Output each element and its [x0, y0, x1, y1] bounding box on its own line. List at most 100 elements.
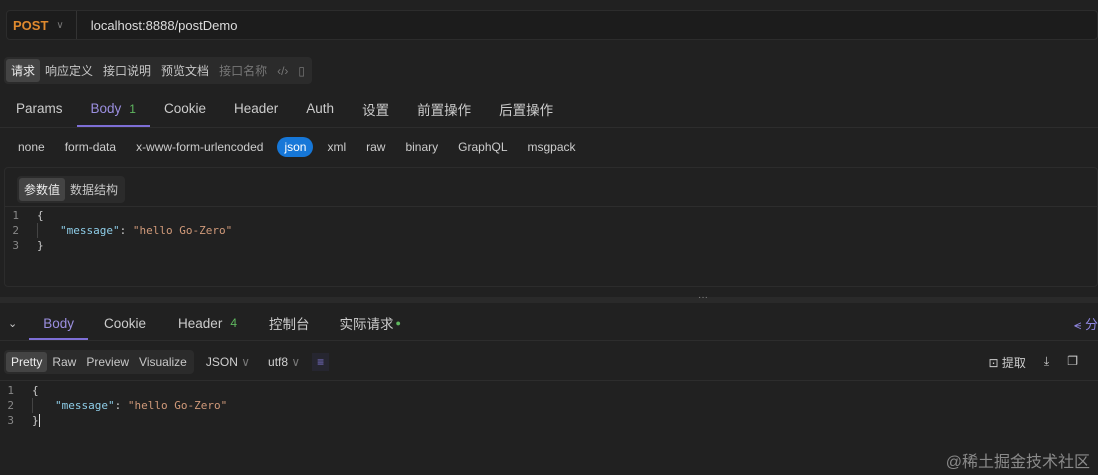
value-tabs: 参数值 数据结构 [17, 176, 126, 203]
encoding-value: utf8 [268, 355, 289, 369]
tab-settings[interactable]: 设置 [348, 90, 403, 127]
api-name-input[interactable]: 接口名称 [214, 59, 272, 82]
share-icon: ⪪ [1074, 316, 1085, 332]
json-key: "message" [60, 224, 120, 237]
view-preview[interactable]: Preview [81, 352, 134, 372]
response-toolbar: Pretty Raw Preview Visualize JSON ∨ utf8… [4, 350, 330, 374]
view-pretty[interactable]: Pretty [6, 352, 48, 372]
tab-post-ops[interactable]: 后置操作 [485, 90, 567, 127]
tab-data-structure[interactable]: 数据结构 [65, 178, 123, 201]
line-number: 1 [7, 384, 14, 397]
divider [0, 380, 1098, 381]
indent-guide [32, 398, 33, 413]
tab-header[interactable]: Header [220, 90, 292, 127]
json-value: "hello Go-Zero" [132, 224, 233, 237]
tab-label: 实际请求 [339, 317, 394, 332]
wrap-icon[interactable]: ≡ [312, 353, 330, 371]
json-value: "hello Go-Zero" [127, 399, 228, 412]
code-brace: { [32, 384, 39, 397]
chevron-down-icon: ∨ [291, 355, 301, 369]
copy-icon[interactable]: ❐ [1067, 354, 1078, 371]
chevron-down-icon[interactable]: ∨ [56, 11, 77, 39]
body-type-selector: none form-data x-www-form-urlencoded jso… [8, 137, 586, 157]
code-icon[interactable]: ‹/› [272, 61, 293, 81]
mode-tab-doc[interactable]: 接口说明 [98, 59, 156, 82]
request-body-panel: 参数值 数据结构 1 { 2 "message": "hello Go-Zero" … [4, 167, 1098, 287]
resp-tab-console[interactable]: 控制台 [253, 306, 326, 340]
body-type-json[interactable]: json [277, 137, 314, 157]
resp-tab-actual-request[interactable]: 实际请求 ● [326, 306, 415, 340]
divider [0, 127, 1098, 128]
tab-cookie[interactable]: Cookie [150, 90, 220, 127]
encoding-select[interactable]: utf8 ∨ [262, 355, 306, 369]
tab-label: Params [16, 101, 63, 116]
tab-auth[interactable]: Auth [292, 90, 348, 127]
share-button[interactable]: ⪪ 分 [1074, 314, 1098, 333]
mode-tab-request[interactable]: 请求 [6, 59, 41, 82]
tab-params[interactable]: Params [2, 90, 77, 127]
format-value: JSON [205, 355, 238, 369]
url-bar: POST ∨ localhost:8888/postDemo [6, 10, 1098, 40]
tab-label: 前置操作 [417, 102, 472, 118]
indent-guide [37, 223, 38, 238]
tab-param-values[interactable]: 参数值 [19, 178, 66, 201]
body-type-urlencoded[interactable]: x-www-form-urlencoded [126, 137, 273, 157]
line-number: 3 [12, 239, 19, 252]
resp-tab-header[interactable]: Header 4 [162, 306, 253, 340]
format-select[interactable]: JSON ∨ [200, 355, 256, 369]
request-body-editor[interactable]: 1 { 2 "message": "hello Go-Zero" 3} [5, 208, 232, 253]
line-number: 1 [12, 209, 19, 222]
method-select[interactable]: POST [7, 18, 56, 33]
resp-tab-cookie[interactable]: Cookie [88, 306, 162, 340]
url-input[interactable]: localhost:8888/postDemo [77, 18, 238, 33]
download-icon[interactable]: ⤓ [1044, 354, 1049, 371]
tab-pre-ops[interactable]: 前置操作 [403, 90, 485, 127]
json-key: "message" [55, 399, 115, 412]
chevron-down-icon: ∨ [241, 355, 251, 369]
view-raw[interactable]: Raw [47, 352, 81, 372]
view-visualize[interactable]: Visualize [134, 352, 192, 372]
extract-icon: ⊡ [988, 356, 1002, 370]
tab-label: Header [234, 101, 279, 116]
tab-label: Body [43, 315, 74, 331]
body-type-binary[interactable]: binary [395, 137, 448, 157]
panel-icon[interactable]: ▯ [293, 61, 310, 81]
body-type-xml[interactable]: xml [317, 137, 356, 157]
watermark: @稀土掘金技术社区 [945, 454, 1090, 471]
collapse-chevron-icon[interactable]: ⌄ [0, 306, 29, 340]
divider [5, 206, 1097, 207]
code-colon: : [114, 399, 128, 412]
mode-bar: 请求 响应定义 接口说明 预览文档 接口名称 ‹/› ▯ [4, 57, 313, 84]
tab-label: Auth [306, 101, 335, 116]
body-count-badge: 1 [129, 101, 136, 116]
line-number: 2 [7, 399, 14, 412]
response-body-viewer[interactable]: 1 { 2 "message": "hello Go-Zero" 3} [0, 383, 227, 428]
response-actions: ⊡ 提取 ⤓ ❐ [989, 354, 1078, 371]
extract-button[interactable]: ⊡ 提取 [989, 354, 1026, 371]
body-type-raw[interactable]: raw [356, 137, 395, 157]
tab-body[interactable]: Body 1 [76, 90, 151, 127]
splitter-handle[interactable]: ··· [0, 292, 1098, 303]
body-type-form-data[interactable]: form-data [55, 137, 126, 157]
response-tabs: ⌄ Body Cookie Header 4 控制台 实际请求 ● ⪪ 分 [0, 306, 1098, 340]
header-count-badge: 4 [230, 316, 237, 330]
mode-tab-preview[interactable]: 预览文档 [156, 59, 214, 82]
extract-label: 提取 [1001, 356, 1026, 370]
body-type-graphql[interactable]: GraphQL [448, 137, 517, 157]
view-tabs: Pretty Raw Preview Visualize [4, 350, 194, 374]
code-brace: } [37, 239, 44, 252]
body-type-msgpack[interactable]: msgpack [518, 137, 586, 157]
tab-label: 后置操作 [499, 102, 554, 118]
tab-label: 设置 [362, 102, 390, 118]
tab-label: Cookie [163, 101, 207, 116]
code-brace: } [32, 414, 40, 427]
share-label: 分 [1084, 316, 1098, 332]
status-dot-icon: ● [395, 318, 401, 328]
tab-label: Cookie [104, 315, 147, 331]
divider [0, 340, 1098, 341]
mode-tab-response-def[interactable]: 响应定义 [40, 59, 98, 82]
resp-tab-body[interactable]: Body [29, 306, 88, 340]
mode-tabs: 请求 响应定义 接口说明 预览文档 接口名称 ‹/› ▯ [4, 57, 313, 84]
tab-label: Body [90, 101, 122, 116]
body-type-none[interactable]: none [8, 137, 55, 157]
